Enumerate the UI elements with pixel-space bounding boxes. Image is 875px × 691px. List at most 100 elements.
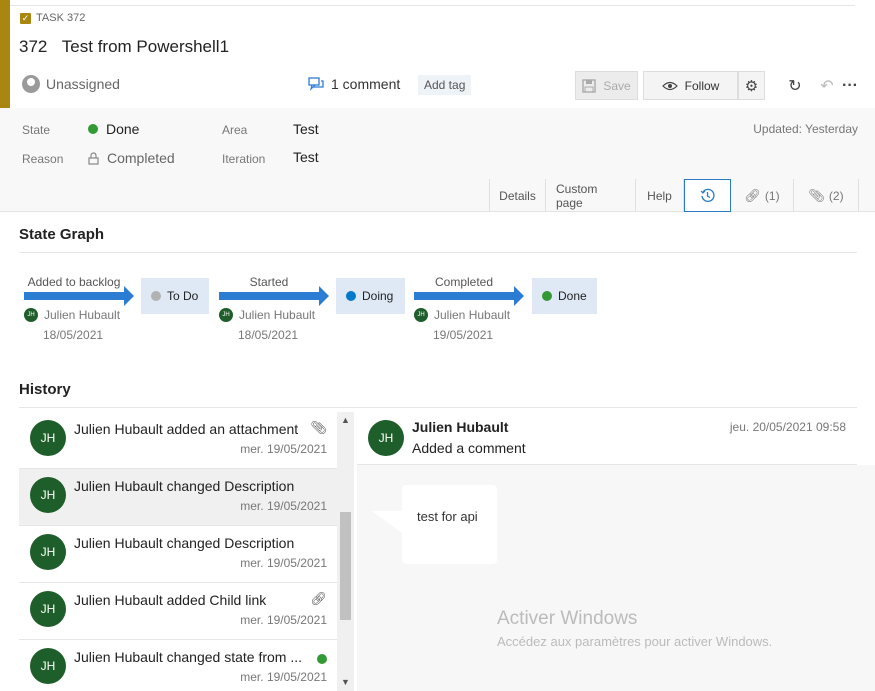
refresh-icon: ↻ (788, 78, 802, 95)
add-tag-button[interactable]: Add tag (418, 75, 472, 95)
history-item[interactable]: JH Julien Hubault changed Description me… (19, 469, 337, 526)
avatar: JH (30, 534, 66, 570)
history-item-text: Julien Hubault added an attachment (74, 421, 299, 437)
comment-count: 1 comment (331, 76, 401, 92)
assignee-label: Unassigned (46, 76, 120, 92)
follow-label: Follow (684, 78, 720, 93)
history-item-date: mer. 19/05/2021 (240, 499, 327, 513)
undo-button[interactable]: ↶ (817, 76, 837, 96)
avatar: JH (219, 308, 233, 322)
history-item-text: Julien Hubault added Child link (74, 592, 267, 608)
tab-attachments[interactable]: 📎︎ (2) (794, 179, 859, 212)
state-doing-dot-icon (346, 291, 356, 301)
reason-field: Completed (88, 150, 175, 166)
transition-date: 18/05/2021 (43, 328, 104, 342)
lock-icon (88, 151, 99, 165)
history-detail-header: JH Julien Hubault Added a comment jeu. 2… (357, 412, 857, 465)
state-graph-title: State Graph (19, 226, 105, 243)
state-node-label: Doing (362, 289, 394, 303)
transition-actor: JH Julien Hubault (414, 308, 510, 322)
history-item-text: Julien Hubault changed state from ... (74, 649, 303, 665)
history-item-date: mer. 19/05/2021 (240, 670, 327, 684)
history-item[interactable]: JH Julien Hubault changed Description me… (19, 526, 337, 583)
undo-icon: ↶ (820, 78, 834, 95)
tab-history[interactable] (684, 179, 731, 212)
comment-text: test for api (417, 509, 478, 524)
state-value: Done (106, 121, 140, 137)
state-node-todo: To Do (141, 278, 209, 314)
comments-link[interactable]: 1 comment (308, 76, 400, 92)
transition-label: Started (249, 275, 289, 289)
detail-author: Julien Hubault (412, 419, 509, 435)
scroll-thumb[interactable] (340, 512, 351, 620)
history-scrollbar[interactable]: ▲ ▼ (337, 412, 354, 691)
attachment-icon: 📎︎ (310, 420, 327, 435)
updated-info[interactable]: Updated: Yesterday (753, 122, 858, 136)
comment-bubble: test for api (372, 485, 497, 564)
tab-help[interactable]: Help (636, 179, 684, 212)
state-done-dot-icon (542, 291, 552, 301)
history-icon (700, 188, 715, 202)
area-field[interactable]: Test (293, 121, 319, 137)
tab-links[interactable]: 🔗︎ (1) (731, 179, 794, 212)
history-title: History (19, 381, 71, 398)
iteration-field[interactable]: Test (293, 149, 319, 165)
history-item-text: Julien Hubault changed Description (74, 478, 295, 494)
state-graph-divider (19, 252, 857, 253)
refresh-button[interactable]: ↻ (785, 76, 805, 96)
state-node-done: Done (532, 278, 597, 314)
save-label: Save (603, 78, 631, 93)
state-todo-dot-icon (151, 291, 161, 301)
history-item-date: mer. 19/05/2021 (240, 556, 327, 570)
more-actions-button[interactable]: ··· (840, 76, 860, 96)
follow-button[interactable]: Follow (643, 71, 738, 100)
work-item-title[interactable]: 372 Test from Powershell1 (19, 37, 229, 57)
state-node-label: Done (558, 289, 587, 303)
history-item-date: mer. 19/05/2021 (240, 613, 327, 627)
tab-custom-page[interactable]: Custom page (546, 179, 636, 212)
assignee-picker[interactable]: Unassigned (22, 75, 120, 93)
transition-date: 18/05/2021 (238, 328, 299, 342)
state-field[interactable]: Done (88, 121, 139, 137)
gear-icon: ⚙ (744, 77, 759, 95)
detail-action: Added a comment (412, 440, 526, 456)
scroll-down-arrow-icon[interactable]: ▼ (337, 674, 354, 691)
iteration-label: Iteration (222, 152, 266, 166)
page-tabs: Details Custom page Help 🔗︎ (1) 📎︎ (2) (489, 179, 859, 212)
link-icon: 🔗︎ (744, 187, 761, 203)
tab-details[interactable]: Details (490, 179, 546, 212)
work-item-title-text[interactable]: Test from Powershell1 (62, 37, 229, 56)
history-item[interactable]: JH Julien Hubault added an attachment 📎︎… (19, 412, 337, 469)
save-button[interactable]: Save (575, 71, 638, 100)
comment-icon (308, 76, 324, 91)
history-item-text: Julien Hubault changed Description (74, 535, 295, 551)
history-divider (19, 407, 857, 408)
actor-name: Julien Hubault (44, 308, 121, 322)
more-icon: ··· (842, 77, 858, 94)
settings-button[interactable]: ⚙ (738, 71, 765, 100)
task-checkbox-icon: ✓ (20, 12, 31, 24)
history-item[interactable]: JH Julien Hubault changed state from ...… (19, 640, 337, 691)
history-item[interactable]: JH Julien Hubault added Child link 🔗︎ me… (19, 583, 337, 640)
detail-date: jeu. 20/05/2021 09:58 (729, 420, 846, 434)
avatar: JH (30, 477, 66, 513)
history-list[interactable]: JH Julien Hubault added an attachment 📎︎… (19, 412, 337, 691)
state-done-dot-icon (88, 124, 98, 134)
attachment-icon: 📎︎ (808, 187, 825, 203)
area-label: Area (222, 123, 248, 137)
work-item-type: ✓ TASK 372 (20, 12, 85, 24)
state-dot-icon (317, 652, 327, 667)
transition-label: Completed (434, 275, 494, 289)
history-item-date: mer. 19/05/2021 (240, 442, 327, 456)
avatar: JH (414, 308, 428, 322)
history-detail-body: test for api (357, 465, 875, 691)
state-node-doing: Doing (336, 278, 405, 314)
link-icon: 🔗︎ (310, 591, 327, 606)
eye-icon (661, 81, 678, 90)
avatar: JH (24, 308, 38, 322)
transition-actor: JH Julien Hubault (219, 308, 315, 322)
transition-label: Added to backlog (27, 275, 121, 289)
scroll-up-arrow-icon[interactable]: ▲ (337, 412, 354, 429)
transition-actor: JH Julien Hubault (24, 308, 120, 322)
reason-value: Completed (107, 150, 175, 166)
